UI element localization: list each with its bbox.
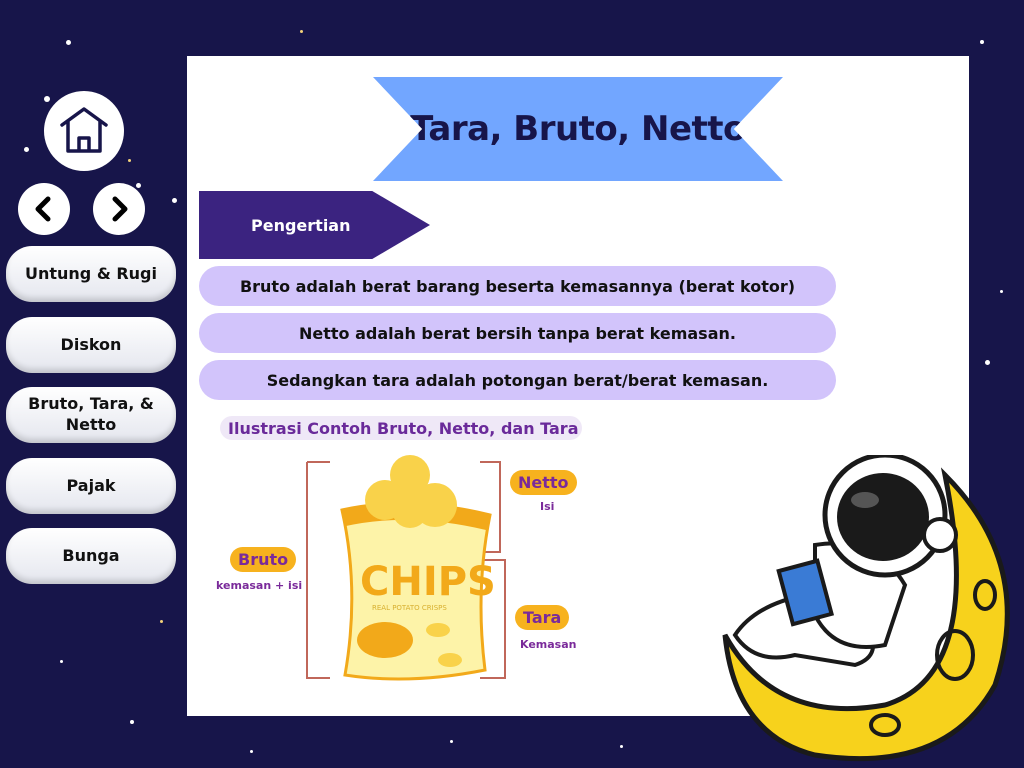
- definition-netto: Netto adalah berat bersih tanpa berat ke…: [199, 313, 836, 353]
- tara-description: Kemasan: [520, 638, 577, 651]
- bag-brand-text: CHIPS: [360, 559, 496, 605]
- sidebar-item-bruto-tara-netto[interactable]: Bruto, Tara, & Netto: [6, 387, 176, 443]
- home-icon: [60, 107, 108, 153]
- title-ribbon: Tara, Bruto, Netto: [373, 77, 783, 181]
- previous-button[interactable]: [18, 183, 70, 235]
- sidebar-item-bunga[interactable]: Bunga: [6, 528, 176, 584]
- chips-bag-illustration: CHIPS REAL POTATO CRISPS: [306, 455, 506, 681]
- astronaut-moon-illustration: [722, 455, 1010, 762]
- sidebar-item-diskon[interactable]: Diskon: [6, 317, 176, 373]
- netto-description: Isi: [540, 500, 555, 513]
- section-label: Pengertian: [251, 215, 351, 235]
- illustration-title: Ilustrasi Contoh Bruto, Netto, dan Tara: [220, 416, 582, 440]
- bruto-description: kemasan + isi: [216, 579, 303, 592]
- definition-tara: Sedangkan tara adalah potongan berat/ber…: [199, 360, 836, 400]
- netto-label: Netto: [510, 470, 577, 495]
- page-title: Tara, Bruto, Netto: [410, 109, 746, 149]
- home-button[interactable]: [44, 91, 124, 171]
- next-button[interactable]: [93, 183, 145, 235]
- sidebar-item-untung-rugi[interactable]: Untung & Rugi: [6, 246, 176, 302]
- tara-label: Tara: [515, 605, 570, 630]
- definition-bruto: Bruto adalah berat barang beserta kemasa…: [199, 266, 836, 306]
- bruto-label: Bruto: [230, 547, 297, 572]
- sidebar-item-pajak[interactable]: Pajak: [6, 458, 176, 514]
- bag-subtext: REAL POTATO CRISPS: [372, 604, 447, 612]
- chevron-right-icon: [112, 196, 128, 222]
- chevron-left-icon: [35, 196, 51, 222]
